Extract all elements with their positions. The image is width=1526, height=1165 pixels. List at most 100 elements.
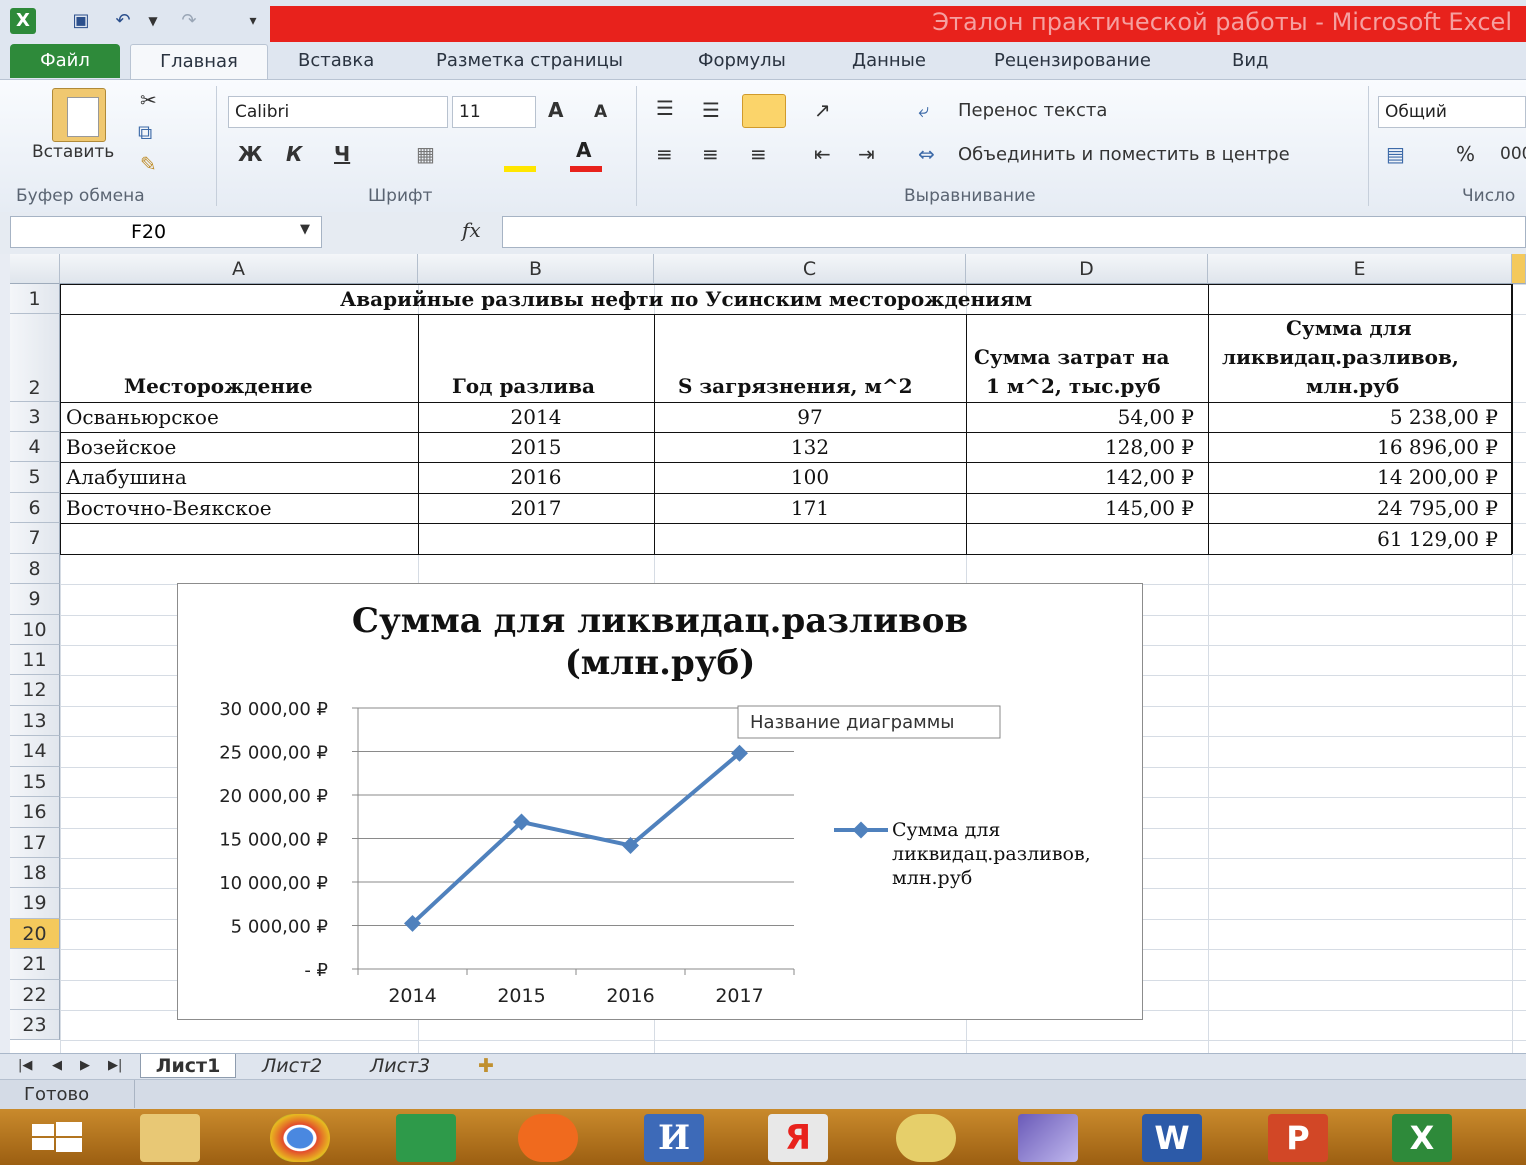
app-i-icon[interactable]: И: [644, 1114, 704, 1162]
cell-field[interactable]: Возейское: [66, 435, 176, 459]
row-header-8[interactable]: 8: [10, 554, 60, 584]
formula-input[interactable]: [502, 216, 1526, 248]
copy-icon[interactable]: ⧉: [138, 120, 152, 144]
store-icon[interactable]: [396, 1114, 456, 1162]
row-header-11[interactable]: 11: [10, 645, 60, 675]
number-format-select[interactable]: Общий: [1378, 96, 1526, 128]
row-header-4[interactable]: 4: [10, 432, 60, 462]
sheet-tab-3[interactable]: Лист3: [370, 1054, 430, 1078]
grow-font-icon[interactable]: A: [548, 98, 563, 122]
excel-taskbar-icon[interactable]: X: [1392, 1114, 1452, 1162]
bold-button[interactable]: Ж: [238, 142, 262, 166]
header-field[interactable]: Месторождение: [124, 374, 313, 398]
tab-review[interactable]: Рецензирование: [994, 44, 1151, 78]
align-right-icon[interactable]: ≡: [750, 142, 767, 166]
format-painter-icon[interactable]: ✎: [140, 152, 157, 176]
tab-data[interactable]: Данные: [852, 44, 926, 78]
video-app-icon[interactable]: [1018, 1114, 1078, 1162]
tab-view[interactable]: Вид: [1232, 44, 1269, 78]
row-header-19[interactable]: 19: [10, 888, 60, 919]
insert-sheet-icon[interactable]: ✚: [478, 1054, 494, 1078]
tab-home[interactable]: Главная: [130, 44, 268, 79]
chart-area[interactable]: Сумма для ликвидац.разливов (млн.руб) 30 0…: [177, 583, 1143, 1020]
cell-total[interactable]: 14 200,00 ₽: [1208, 465, 1498, 489]
last-sheet-nav-icon[interactable]: ▶|: [108, 1054, 122, 1078]
align-top-icon[interactable]: ☰: [656, 96, 674, 120]
align-center-icon[interactable]: ≡: [702, 142, 719, 166]
merge-center-button[interactable]: Объединить и поместить в центре: [958, 144, 1290, 165]
increase-indent-icon[interactable]: ⇥: [858, 142, 875, 166]
merge-center-icon[interactable]: ⇔: [918, 142, 935, 166]
cell-field[interactable]: Восточно-Веякское: [66, 496, 272, 520]
windows-start-icon[interactable]: [30, 1114, 90, 1162]
orientation-icon[interactable]: ↗: [814, 98, 831, 122]
column-header-c[interactable]: C: [654, 254, 966, 284]
save-icon[interactable]: ▣: [68, 8, 94, 34]
header-total-line3[interactable]: млн.руб: [1306, 374, 1399, 398]
disc-icon[interactable]: [896, 1114, 956, 1162]
yandex-icon[interactable]: Я: [768, 1114, 828, 1162]
cell-year[interactable]: 2017: [418, 496, 654, 520]
first-sheet-nav-icon[interactable]: |◀: [18, 1054, 32, 1078]
row-header-5[interactable]: 5: [10, 462, 60, 493]
cell-total[interactable]: 16 896,00 ₽: [1208, 435, 1498, 459]
font-color-icon[interactable]: [570, 166, 602, 172]
chrome-icon[interactable]: [270, 1114, 330, 1162]
align-bottom-button[interactable]: [742, 94, 786, 128]
row-header-14[interactable]: 14: [10, 736, 60, 767]
sheet-tab-2[interactable]: Лист2: [262, 1054, 322, 1078]
redo-icon[interactable]: ↷: [176, 8, 202, 34]
cell-year[interactable]: 2016: [418, 465, 654, 489]
cell-cost[interactable]: 128,00 ₽: [966, 435, 1194, 459]
fill-color-icon[interactable]: [504, 166, 536, 172]
row-header-23[interactable]: 23: [10, 1010, 60, 1040]
header-year[interactable]: Год разлива: [452, 374, 595, 398]
cell-cost[interactable]: 145,00 ₽: [966, 496, 1194, 520]
paste-button[interactable]: Вставить: [32, 142, 114, 162]
row-header-7[interactable]: 7: [10, 523, 60, 554]
currency-icon[interactable]: ▤: [1386, 142, 1405, 166]
row-header-18[interactable]: 18: [10, 858, 60, 888]
paste-icon[interactable]: [52, 88, 106, 142]
prev-sheet-nav-icon[interactable]: ◀: [52, 1054, 62, 1078]
shrink-font-icon[interactable]: A: [594, 102, 607, 122]
header-total-line2[interactable]: ликвидац.разливов,: [1222, 345, 1459, 369]
column-header-f[interactable]: [1512, 254, 1526, 284]
cell-year[interactable]: 2014: [418, 405, 654, 429]
row-header-21[interactable]: 21: [10, 949, 60, 980]
row-header-9[interactable]: 9: [10, 584, 60, 615]
next-sheet-nav-icon[interactable]: ▶: [80, 1054, 90, 1078]
tab-insert[interactable]: Вставка: [298, 44, 374, 78]
row-header-15[interactable]: 15: [10, 767, 60, 797]
thousands-button[interactable]: 000: [1500, 144, 1526, 164]
header-area[interactable]: S загрязнения, м^2: [678, 374, 913, 398]
row-header-12[interactable]: 12: [10, 675, 60, 706]
header-total-line1[interactable]: Сумма для: [1286, 316, 1412, 340]
wrap-text-button[interactable]: Перенос текста: [958, 100, 1107, 121]
cell-total[interactable]: 24 795,00 ₽: [1208, 496, 1498, 520]
wrap-text-icon[interactable]: ⤶: [918, 98, 929, 122]
cell-area[interactable]: 97: [654, 405, 966, 429]
media-icon[interactable]: [518, 1114, 578, 1162]
row-header-13[interactable]: 13: [10, 706, 60, 736]
cell-area[interactable]: 171: [654, 496, 966, 520]
table-title[interactable]: Аварийные разливы нефти по Усинским мест…: [340, 287, 1032, 311]
row-header-1[interactable]: 1: [10, 284, 60, 314]
column-header-d[interactable]: D: [966, 254, 1208, 284]
header-cost-line2[interactable]: 1 м^2, тыс.руб: [986, 374, 1161, 398]
cell-cost[interactable]: 142,00 ₽: [966, 465, 1194, 489]
font-size-select[interactable]: 11: [452, 96, 536, 128]
borders-icon[interactable]: ▦: [416, 142, 435, 166]
cell-field[interactable]: Алабушина: [66, 465, 187, 489]
cell-area[interactable]: 132: [654, 435, 966, 459]
cell-field[interactable]: Осваньюрское: [66, 405, 219, 429]
row-header-22[interactable]: 22: [10, 980, 60, 1010]
underline-button[interactable]: Ч: [334, 142, 350, 166]
cell-total[interactable]: 5 238,00 ₽: [1208, 405, 1498, 429]
name-box-dropdown-icon[interactable]: ▼: [300, 222, 310, 237]
sheet-tab-1[interactable]: Лист1: [140, 1054, 236, 1078]
insert-function-button[interactable]: fx: [462, 218, 481, 242]
tab-page-layout[interactable]: Разметка страницы: [436, 44, 623, 78]
file-explorer-icon[interactable]: [140, 1114, 200, 1162]
column-header-e[interactable]: E: [1208, 254, 1512, 284]
